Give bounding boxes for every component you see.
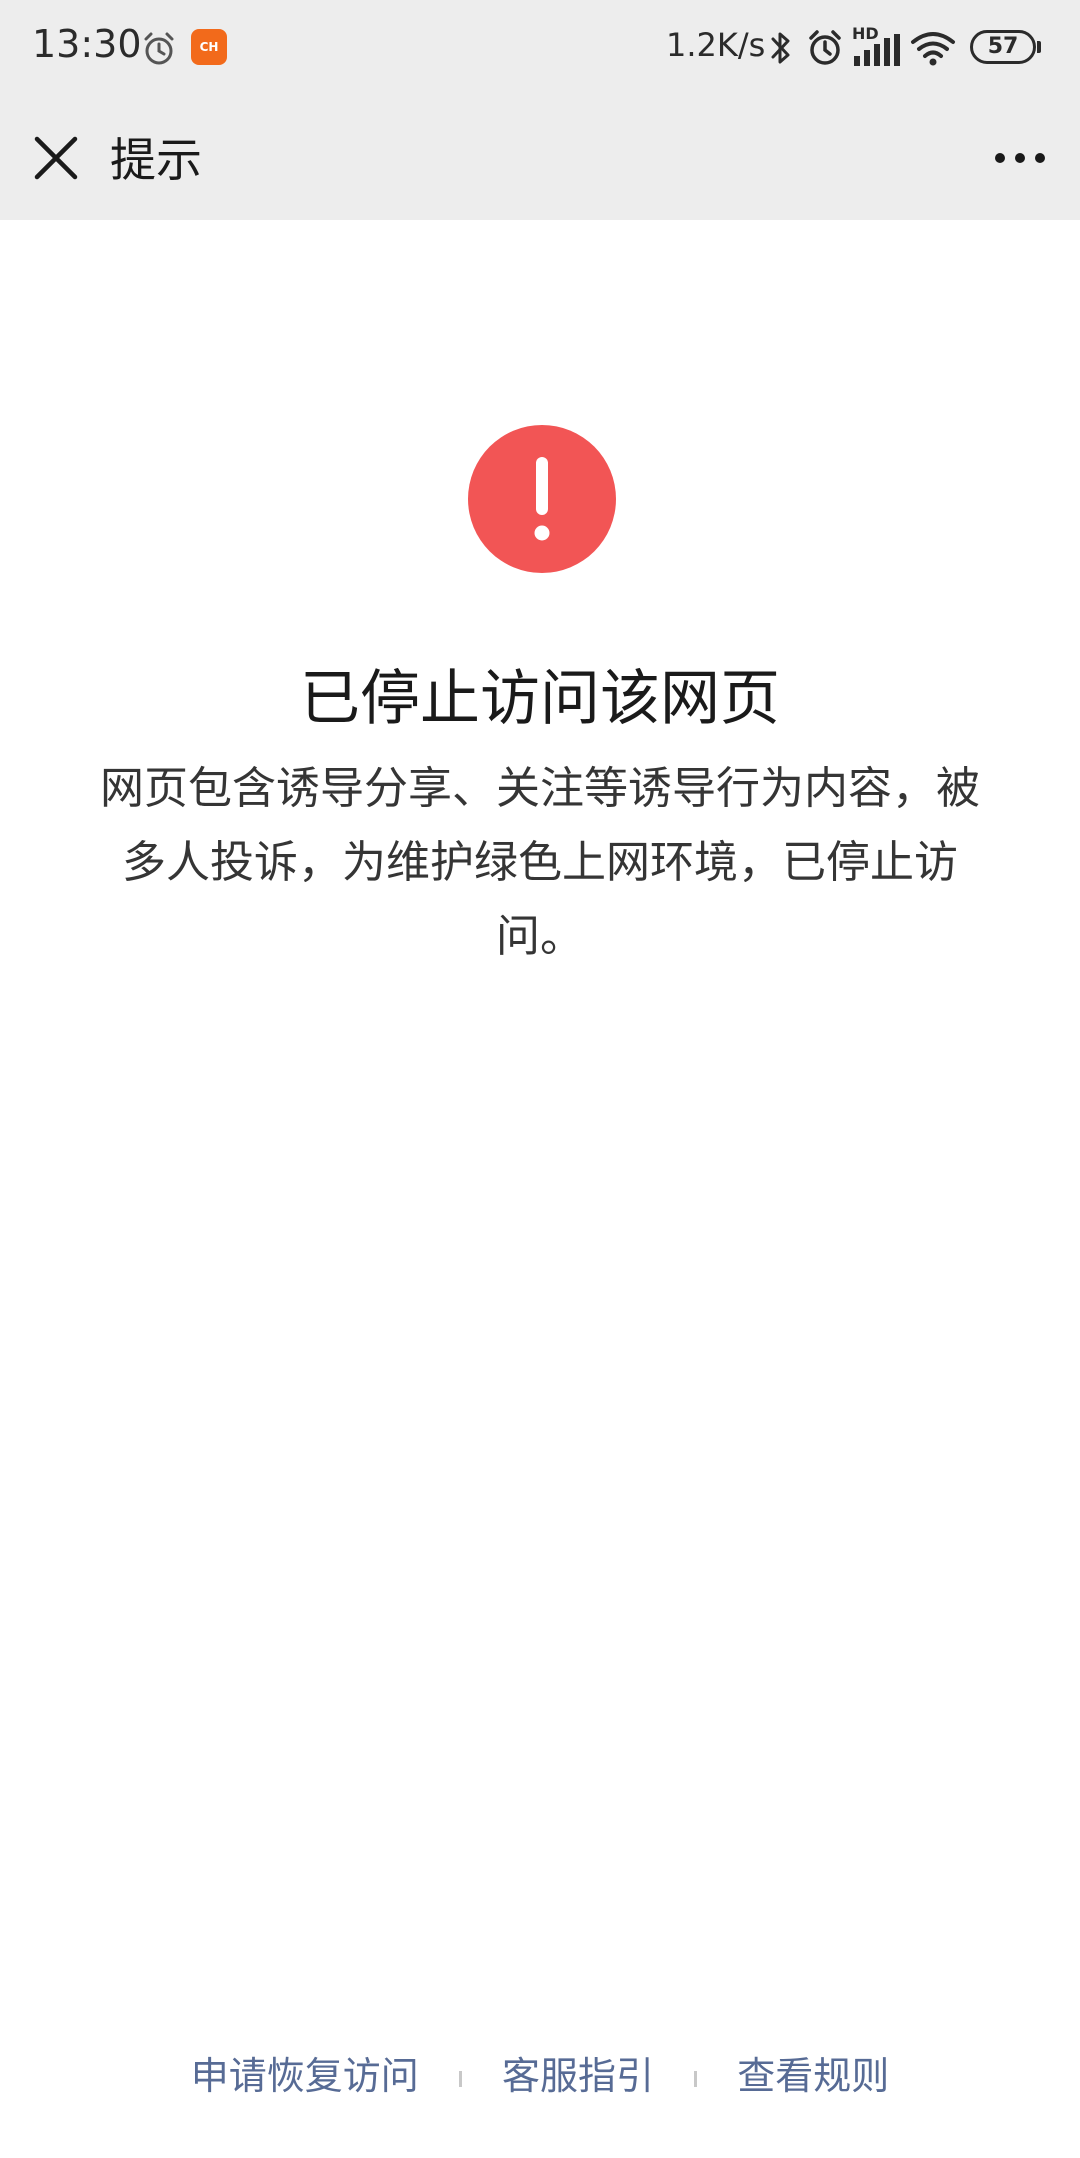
warning-icon [468, 425, 616, 573]
signal-icon [854, 34, 900, 66]
app-notification-icon: CH [191, 29, 227, 65]
status-bar: 13:30 CH 1.2K/s HD 57 [0, 0, 1080, 96]
battery-level: 57 [987, 34, 1019, 59]
screen: 13:30 CH 1.2K/s HD 57 提示 已停止访问该网页 网页包含诱导… [0, 0, 1080, 2158]
bluetooth-icon [771, 32, 790, 64]
battery-tip [1037, 41, 1041, 53]
page-title: 提示 [110, 133, 202, 187]
more-icon [995, 153, 1045, 163]
app-badge-text: CH [199, 40, 219, 54]
footer-separator [694, 2070, 698, 2087]
close-icon [34, 136, 78, 180]
network-speed: 1.2K/s [666, 26, 766, 64]
wifi-icon [911, 32, 955, 66]
view-rules-link[interactable]: 查看规则 [737, 2045, 889, 2100]
footer-separator [458, 2070, 462, 2087]
alarm-icon [144, 32, 174, 65]
description: 网页包含诱导分享、关注等诱导行为内容，被多人投诉，为维护绿色上网环境，已停止访问… [100, 763, 980, 962]
headline: 已停止访问该网页 [300, 664, 780, 734]
close-button[interactable] [24, 126, 88, 190]
nav-bar: 提示 [0, 96, 1080, 220]
battery-icon: 57 [970, 30, 1036, 64]
request-restore-link[interactable]: 申请恢复访问 [191, 2045, 419, 2100]
status-time: 13:30 [32, 22, 142, 66]
footer-links: 申请恢复访问 客服指引 查看规则 [0, 2045, 1080, 2100]
customer-service-link[interactable]: 客服指引 [502, 2045, 654, 2100]
more-button[interactable] [984, 130, 1056, 186]
alarm-icon [809, 30, 841, 65]
